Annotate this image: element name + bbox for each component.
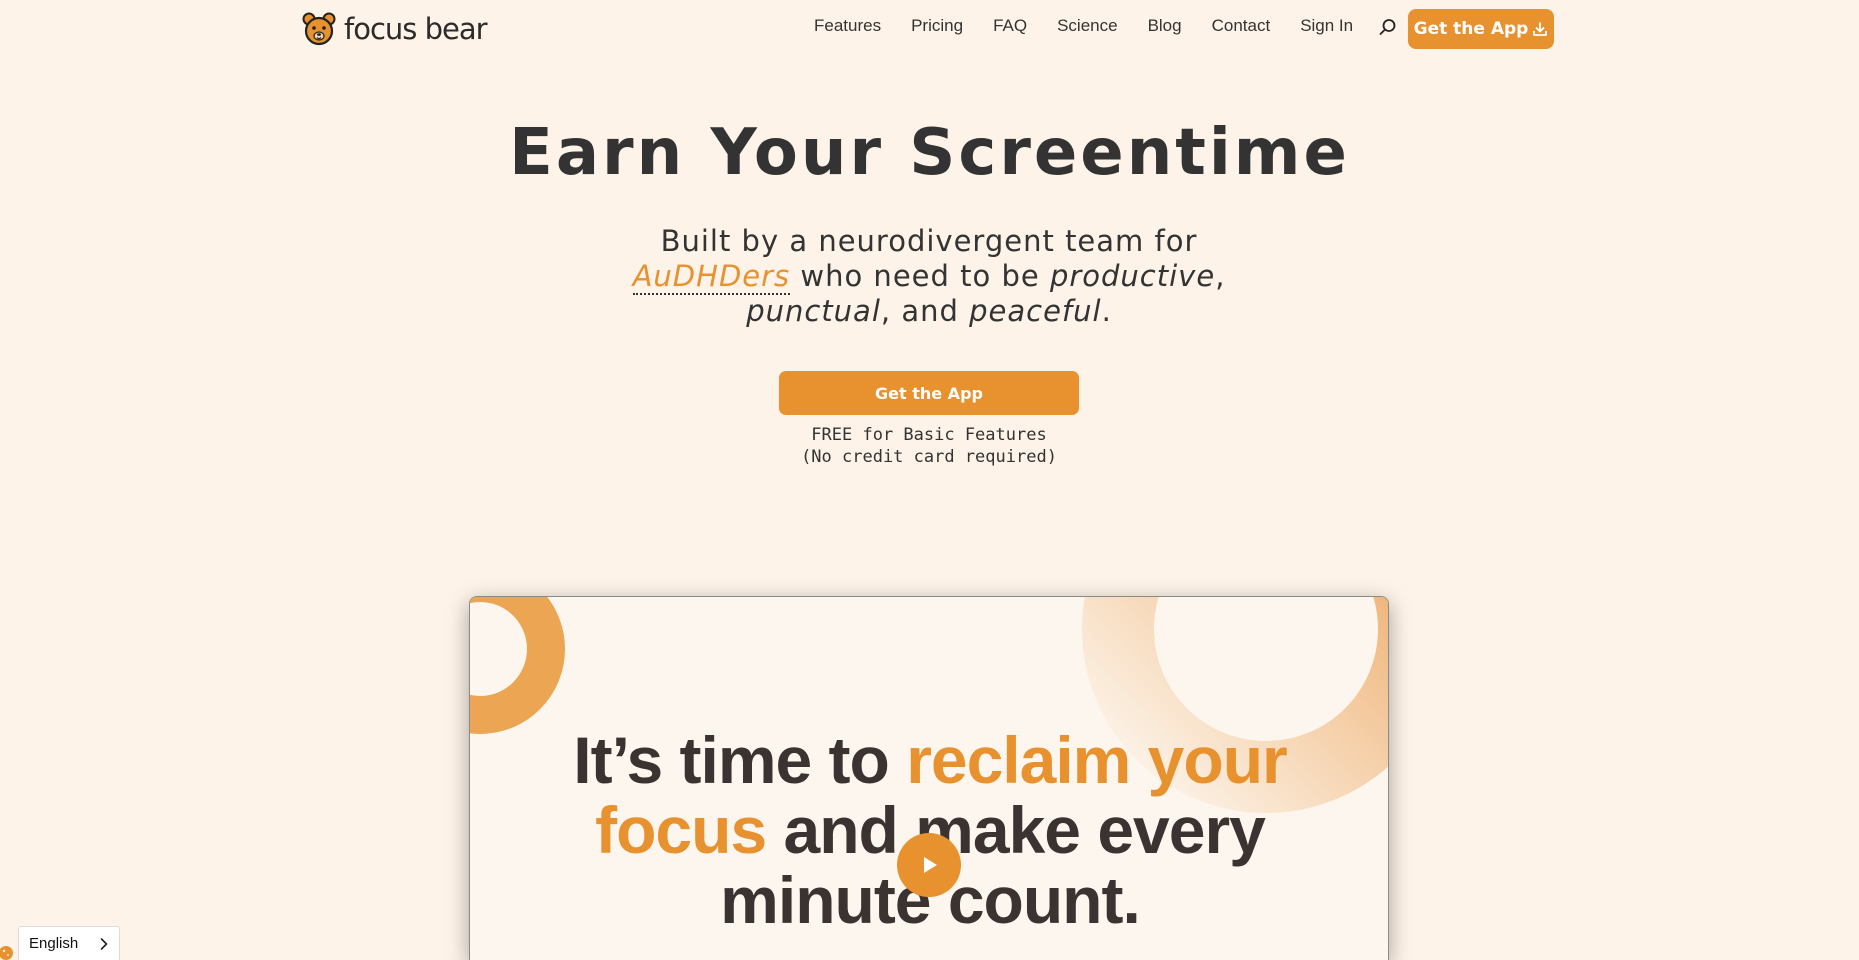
nav-blog[interactable]: Blog	[1148, 16, 1182, 36]
nav-pricing[interactable]: Pricing	[911, 16, 963, 36]
site-header: focus bear Features Pricing FAQ Science …	[0, 0, 1859, 58]
chevron-right-icon	[100, 937, 108, 950]
nav-contact[interactable]: Contact	[1212, 16, 1271, 36]
word-punctual: punctual	[746, 294, 881, 328]
subtitle-line-1: Built by a neurodivergent team for	[660, 224, 1198, 258]
video-text-c: and make every minute count.	[720, 793, 1266, 937]
free-note-line-2: (No credit card required)	[801, 447, 1057, 467]
nav-features[interactable]: Features	[814, 16, 881, 36]
video-headline: It’s time to reclaim your focus and make…	[530, 725, 1330, 935]
search-icon	[1379, 19, 1396, 35]
hero-subtitle: Built by a neurodivergent team for AuDHD…	[579, 224, 1279, 329]
logo[interactable]: focus bear	[302, 10, 488, 48]
free-note-line-1: FREE for Basic Features	[811, 425, 1047, 445]
video-text-a: It’s time to	[573, 723, 907, 797]
subtitle-period: .	[1101, 294, 1112, 328]
free-note: FREE for Basic Features (No credit card …	[729, 424, 1129, 468]
subtitle-and: , and	[880, 294, 970, 328]
hero-get-app-button[interactable]: Get the App	[779, 371, 1079, 415]
word-peaceful: peaceful	[969, 294, 1102, 328]
nav-faq[interactable]: FAQ	[993, 16, 1027, 36]
bear-logo-icon	[302, 12, 336, 46]
nav-sign-in[interactable]: Sign In	[1300, 16, 1353, 36]
subtitle-mid: who need to be	[790, 259, 1050, 293]
header-get-app-label: Get the App	[1413, 19, 1529, 39]
play-button[interactable]	[897, 833, 961, 897]
cookie-icon[interactable]	[0, 942, 16, 960]
audhders-link[interactable]: AuDHDers	[632, 259, 791, 295]
header-get-app-button[interactable]: Get the App	[1408, 9, 1554, 49]
nav-science[interactable]: Science	[1057, 16, 1117, 36]
hero-title: Earn Your Screentime	[509, 116, 1350, 190]
logo-text: focus bear	[344, 12, 488, 46]
intro-video[interactable]: It’s time to reclaim your focus and make…	[469, 596, 1389, 960]
hero-get-app-label: Get the App	[875, 383, 983, 403]
main-nav: Features Pricing FAQ Science Blog Contac…	[814, 16, 1383, 36]
play-icon	[924, 857, 937, 873]
language-label: English	[29, 935, 79, 952]
search-button[interactable]	[1377, 16, 1399, 38]
download-icon	[1533, 22, 1548, 36]
subtitle-comma: ,	[1215, 259, 1226, 293]
word-productive: productive	[1049, 259, 1216, 293]
language-selector[interactable]: English	[18, 926, 120, 960]
